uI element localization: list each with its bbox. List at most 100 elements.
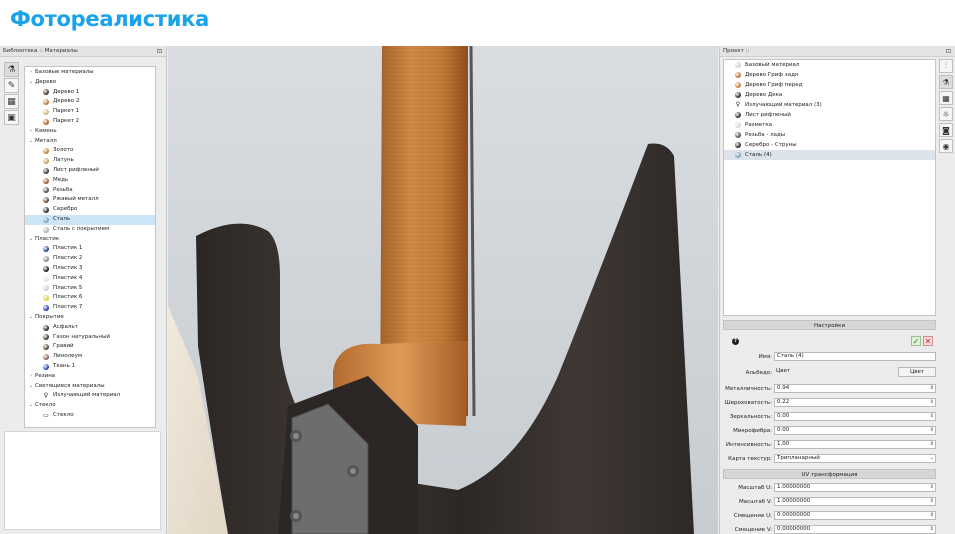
tree-item[interactable]: Пластик 5	[25, 284, 155, 294]
tree-item[interactable]: Сталь с покрытием	[25, 225, 155, 235]
chevron-right-icon[interactable]: ›	[27, 68, 35, 78]
texture-map-select[interactable]: Трипланарный ⌄	[774, 454, 936, 463]
roughness-input[interactable]: 0.22 ⇕	[774, 398, 936, 407]
name-input[interactable]: Сталь (4)	[774, 352, 936, 361]
spinner-icon[interactable]: ⇕	[930, 484, 934, 491]
tree-item[interactable]: Паркет 1	[25, 107, 155, 117]
cancel-button[interactable]: ✕	[923, 336, 933, 346]
tree-item[interactable]: Латунь	[25, 156, 155, 166]
pin-icon[interactable]: ⊡	[157, 46, 162, 57]
paint-icon[interactable]: ✎	[4, 78, 19, 93]
tree-item[interactable]: Пластик 7	[25, 303, 155, 313]
offset-u-input[interactable]: 0.00000000 ⇕	[774, 511, 936, 520]
tree-category[interactable]: › Камень	[25, 127, 155, 137]
chevron-down-icon[interactable]: ⌄	[27, 137, 35, 147]
spinner-icon[interactable]: ⇕	[930, 441, 934, 448]
tree-icon[interactable]: ⫶	[939, 59, 953, 73]
material-swatch-icon	[43, 109, 49, 116]
project-material-item[interactable]: ♀ Излучающий материал (3)	[724, 100, 935, 110]
project-material-item[interactable]: Резьба - лады	[724, 130, 935, 140]
tree-item[interactable]: Серебро	[25, 205, 155, 215]
chevron-down-icon[interactable]: ⌄	[930, 455, 934, 462]
chevron-right-icon[interactable]: ›	[27, 127, 35, 137]
tree-category[interactable]: ⌄ Светящиеся материалы	[25, 382, 155, 392]
tree-item[interactable]: Ткань 1	[25, 362, 155, 372]
tree-item[interactable]: Дерево 1	[25, 88, 155, 98]
metallic-input[interactable]: 0.94 ⇕	[774, 384, 936, 393]
light-icon[interactable]: ☼	[939, 107, 953, 121]
tree-item[interactable]: Лист рифленый	[25, 166, 155, 176]
tree-category[interactable]: › Базовые материалы	[25, 68, 155, 78]
tree-item[interactable]: Паркет 2	[25, 117, 155, 127]
scale-u-input[interactable]: 1.00000000 ⇕	[774, 483, 936, 492]
image-icon[interactable]: ▣	[4, 110, 19, 125]
tree-item[interactable]: Дерево 2	[25, 97, 155, 107]
materials-icon[interactable]: ⚗	[939, 75, 953, 89]
tree-category[interactable]: ⌄ Металл	[25, 137, 155, 147]
tree-item[interactable]: Медь	[25, 176, 155, 186]
microfiber-input[interactable]: 0.00 ⇕	[774, 426, 936, 435]
albedo-color-button[interactable]: Цвет	[898, 367, 936, 377]
scale-v-input[interactable]: 1.00000000 ⇕	[774, 497, 936, 506]
intensity-input[interactable]: 1.00 ⇕	[774, 440, 936, 449]
tree-item[interactable]: Газон натуральный	[25, 333, 155, 343]
tree-category[interactable]: ⌄ Пластик	[25, 235, 155, 245]
materials-icon[interactable]: ⚗	[4, 62, 19, 77]
project-material-item[interactable]: Лист рифленый	[724, 110, 935, 120]
chevron-down-icon[interactable]: ⌄	[27, 313, 35, 323]
tree-item[interactable]: Ржавый металл	[25, 195, 155, 205]
project-material-item[interactable]: Базовый материал	[724, 60, 935, 70]
chevron-down-icon[interactable]: ⌄	[27, 401, 35, 411]
project-material-item[interactable]: Дерево Гриф перед	[724, 80, 935, 90]
intensity-value: 1.00	[777, 441, 790, 447]
chevron-down-icon[interactable]: ⌄	[27, 78, 35, 88]
chevron-down-icon[interactable]: ⌄	[27, 235, 35, 245]
tree-item[interactable]: Пластик 4	[25, 274, 155, 284]
3d-viewport[interactable]	[168, 46, 718, 534]
project-material-item[interactable]: Разметка	[724, 120, 935, 130]
tree-item[interactable]: Асфальт	[25, 323, 155, 333]
project-material-item[interactable]: Серебро - Струны	[724, 140, 935, 150]
help-icon[interactable]: ?	[732, 338, 739, 345]
texture-icon[interactable]: ▦	[939, 91, 953, 105]
photo-camera-icon[interactable]: ◉	[939, 139, 953, 153]
spinner-icon[interactable]: ⇕	[930, 385, 934, 392]
camera-icon[interactable]: ◙	[939, 123, 953, 137]
tree-item[interactable]: Золото	[25, 146, 155, 156]
tree-item[interactable]: Гравий	[25, 342, 155, 352]
material-swatch-icon	[735, 152, 741, 158]
tree-item[interactable]: Пластик 2	[25, 254, 155, 264]
tree-item[interactable]: Резьба	[25, 186, 155, 196]
project-material-item[interactable]: Сталь (4)	[724, 150, 935, 160]
spinner-icon[interactable]: ⇕	[930, 526, 934, 533]
tree-item[interactable]: ♀ Излучающий материал	[25, 391, 155, 401]
pin-icon[interactable]: ⊡	[946, 46, 951, 57]
tree-item[interactable]: ▭ Стекло	[25, 411, 155, 421]
tree-item[interactable]: Пластик 6	[25, 293, 155, 303]
specular-input[interactable]: 0.00 ⇕	[774, 412, 936, 421]
tree-category[interactable]: ⌄ Дерево	[25, 78, 155, 88]
spinner-icon[interactable]: ⇕	[930, 498, 934, 505]
chevron-down-icon[interactable]: ⌄	[27, 382, 35, 392]
spinner-icon[interactable]: ⇕	[930, 427, 934, 434]
texture-icon[interactable]: ▦	[4, 94, 19, 109]
tree-item[interactable]: Сталь	[25, 214, 155, 225]
tree-item[interactable]: Пластик 3	[25, 264, 155, 274]
material-swatch-icon	[43, 285, 49, 292]
project-material-item[interactable]: Дерево Дека	[724, 90, 935, 100]
tree-category[interactable]: ⌄ Покрытие	[25, 313, 155, 323]
tree-item[interactable]: Линолеум	[25, 352, 155, 362]
material-swatch-icon	[735, 82, 741, 88]
tree-category[interactable]: ⌄ Стекло	[25, 401, 155, 411]
spinner-icon[interactable]: ⇕	[930, 512, 934, 519]
apply-button[interactable]: ✓	[911, 336, 921, 346]
spinner-icon[interactable]: ⇕	[930, 399, 934, 406]
project-material-item[interactable]: Дерево Гриф задн	[724, 70, 935, 80]
material-swatch-icon	[43, 158, 49, 165]
spinner-icon[interactable]: ⇕	[930, 413, 934, 420]
application-window: Библиотека :: Материалы ⊡ ⚗ ✎ ▦ ▣ › Базов…	[0, 46, 955, 534]
tree-item[interactable]: Пластик 1	[25, 244, 155, 254]
chevron-right-icon[interactable]: ›	[27, 372, 35, 382]
offset-v-input[interactable]: 0.00000000 ⇕	[774, 525, 936, 534]
tree-category[interactable]: › Резина	[25, 372, 155, 382]
